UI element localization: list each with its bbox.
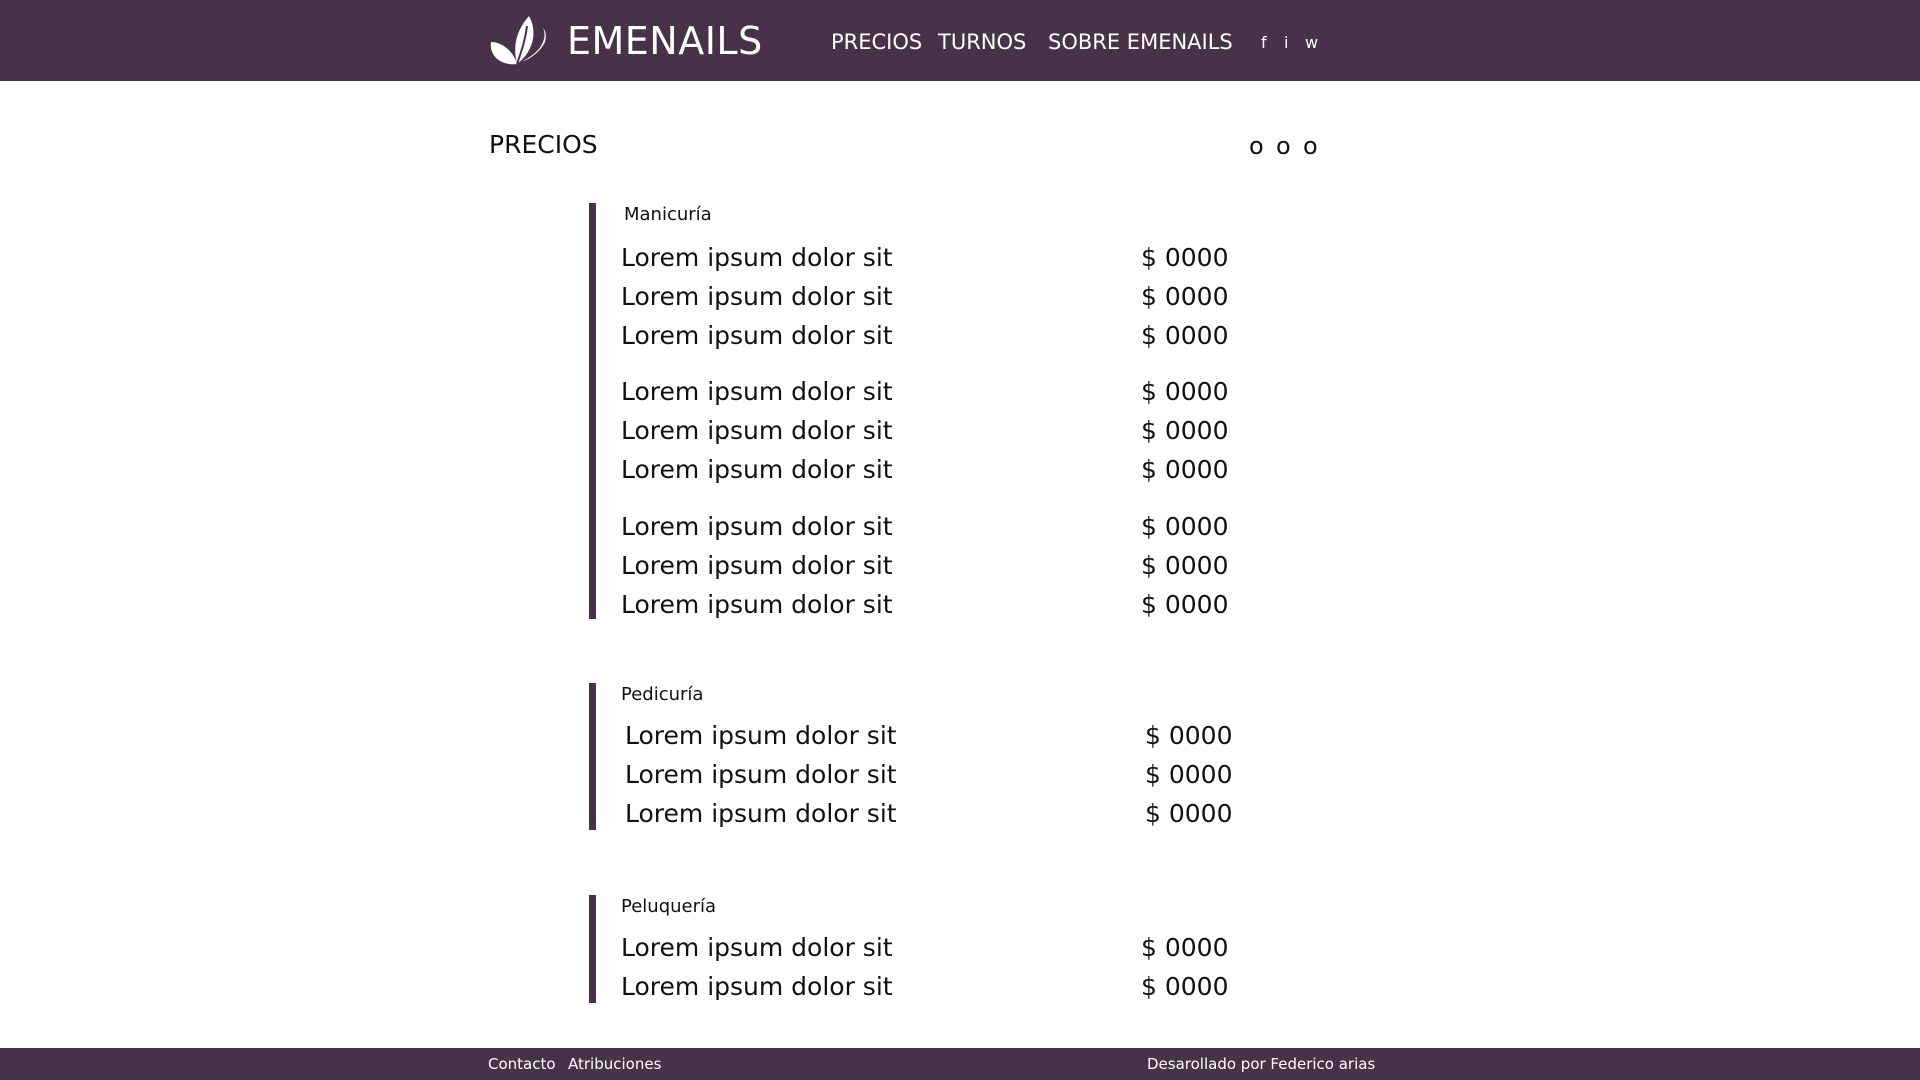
section-accent-bar (589, 683, 596, 830)
price-row: Lorem ipsum dolor sit $ 0000 (621, 967, 1241, 1006)
service-name: Lorem ipsum dolor sit (625, 760, 897, 789)
service-price: $ 0000 (1145, 760, 1233, 789)
section-title: Peluquería (621, 896, 717, 917)
service-name: Lorem ipsum dolor sit (621, 972, 893, 1001)
price-row: Lorem ipsum dolor sit $ 0000 (621, 507, 1241, 546)
price-row: Lorem ipsum dolor sit $ 0000 (621, 411, 1241, 450)
service-name: Lorem ipsum dolor sit (621, 933, 893, 962)
service-name: Lorem ipsum dolor sit (621, 282, 893, 311)
service-price: $ 0000 (1141, 972, 1229, 1001)
price-section-pedicuria: Pedicuría Lorem ipsum dolor sit $ 0000 L… (589, 683, 1249, 830)
service-price: $ 0000 (1141, 416, 1229, 445)
carousel-dots: o o o (1249, 134, 1325, 158)
price-row: Lorem ipsum dolor sit $ 0000 (621, 546, 1241, 585)
service-name: Lorem ipsum dolor sit (621, 551, 893, 580)
carousel-dot[interactable]: o (1303, 134, 1318, 158)
brand-name[interactable]: EMENAILS (567, 18, 763, 64)
footer-link-atribuciones[interactable]: Atribuciones (568, 1053, 661, 1075)
service-price: $ 0000 (1141, 512, 1229, 541)
service-name: Lorem ipsum dolor sit (625, 721, 897, 750)
price-section-peluqueria: Peluquería Lorem ipsum dolor sit $ 0000 … (589, 895, 1249, 1003)
service-price: $ 0000 (1141, 455, 1229, 484)
section-title: Pedicuría (621, 684, 704, 705)
service-price: $ 0000 (1141, 377, 1229, 406)
service-name: Lorem ipsum dolor sit (621, 590, 893, 619)
price-row: Lorem ipsum dolor sit $ 0000 (625, 755, 1245, 794)
service-name: Lorem ipsum dolor sit (621, 243, 893, 272)
price-row: Lorem ipsum dolor sit $ 0000 (625, 716, 1245, 755)
service-price: $ 0000 (1141, 243, 1229, 272)
section-title: Manicuría (624, 204, 712, 225)
price-section-manicuria: Manicuría Lorem ipsum dolor sit $ 0000 L… (589, 203, 1249, 619)
instagram-link[interactable]: i (1284, 32, 1288, 54)
section-accent-bar (589, 203, 596, 619)
nav-link-precios[interactable]: PRECIOS (831, 28, 922, 56)
service-name: Lorem ipsum dolor sit (625, 799, 897, 828)
whatsapp-link[interactable]: w (1305, 32, 1318, 54)
facebook-link[interactable]: f (1261, 32, 1267, 54)
carousel-dot[interactable]: o (1276, 134, 1291, 158)
service-price: $ 0000 (1141, 282, 1229, 311)
service-price: $ 0000 (1141, 933, 1229, 962)
service-price: $ 0000 (1141, 590, 1229, 619)
footer-credit: Desarollado por Federico arias (1147, 1055, 1376, 1073)
price-row: Lorem ipsum dolor sit $ 0000 (621, 316, 1241, 355)
price-row: Lorem ipsum dolor sit $ 0000 (621, 238, 1241, 277)
service-price: $ 0000 (1145, 799, 1233, 828)
butterfly-icon[interactable] (487, 12, 553, 70)
section-accent-bar (589, 895, 596, 1003)
page-title: PRECIOS (489, 130, 598, 159)
service-price: $ 0000 (1141, 321, 1229, 350)
top-navbar: EMENAILS PRECIOS TURNOS SOBRE EMENAILS f… (0, 0, 1920, 81)
service-name: Lorem ipsum dolor sit (621, 377, 893, 406)
service-name: Lorem ipsum dolor sit (621, 455, 893, 484)
price-row: Lorem ipsum dolor sit $ 0000 (621, 928, 1241, 967)
nav-link-sobre-emenails[interactable]: SOBRE EMENAILS (1048, 28, 1233, 56)
footer-link-contacto[interactable]: Contacto (488, 1053, 556, 1075)
service-name: Lorem ipsum dolor sit (621, 416, 893, 445)
nav-link-turnos[interactable]: TURNOS (938, 28, 1026, 56)
carousel-dot[interactable]: o (1249, 134, 1264, 158)
price-row: Lorem ipsum dolor sit $ 0000 (621, 372, 1241, 411)
price-row: Lorem ipsum dolor sit $ 0000 (621, 450, 1241, 489)
price-row: Lorem ipsum dolor sit $ 0000 (625, 794, 1245, 833)
service-name: Lorem ipsum dolor sit (621, 321, 893, 350)
service-name: Lorem ipsum dolor sit (621, 512, 893, 541)
price-row: Lorem ipsum dolor sit $ 0000 (621, 585, 1241, 624)
price-row: Lorem ipsum dolor sit $ 0000 (621, 277, 1241, 316)
service-price: $ 0000 (1141, 551, 1229, 580)
service-price: $ 0000 (1145, 721, 1233, 750)
footer: Contacto Atribuciones Desarollado por Fe… (0, 1048, 1920, 1080)
